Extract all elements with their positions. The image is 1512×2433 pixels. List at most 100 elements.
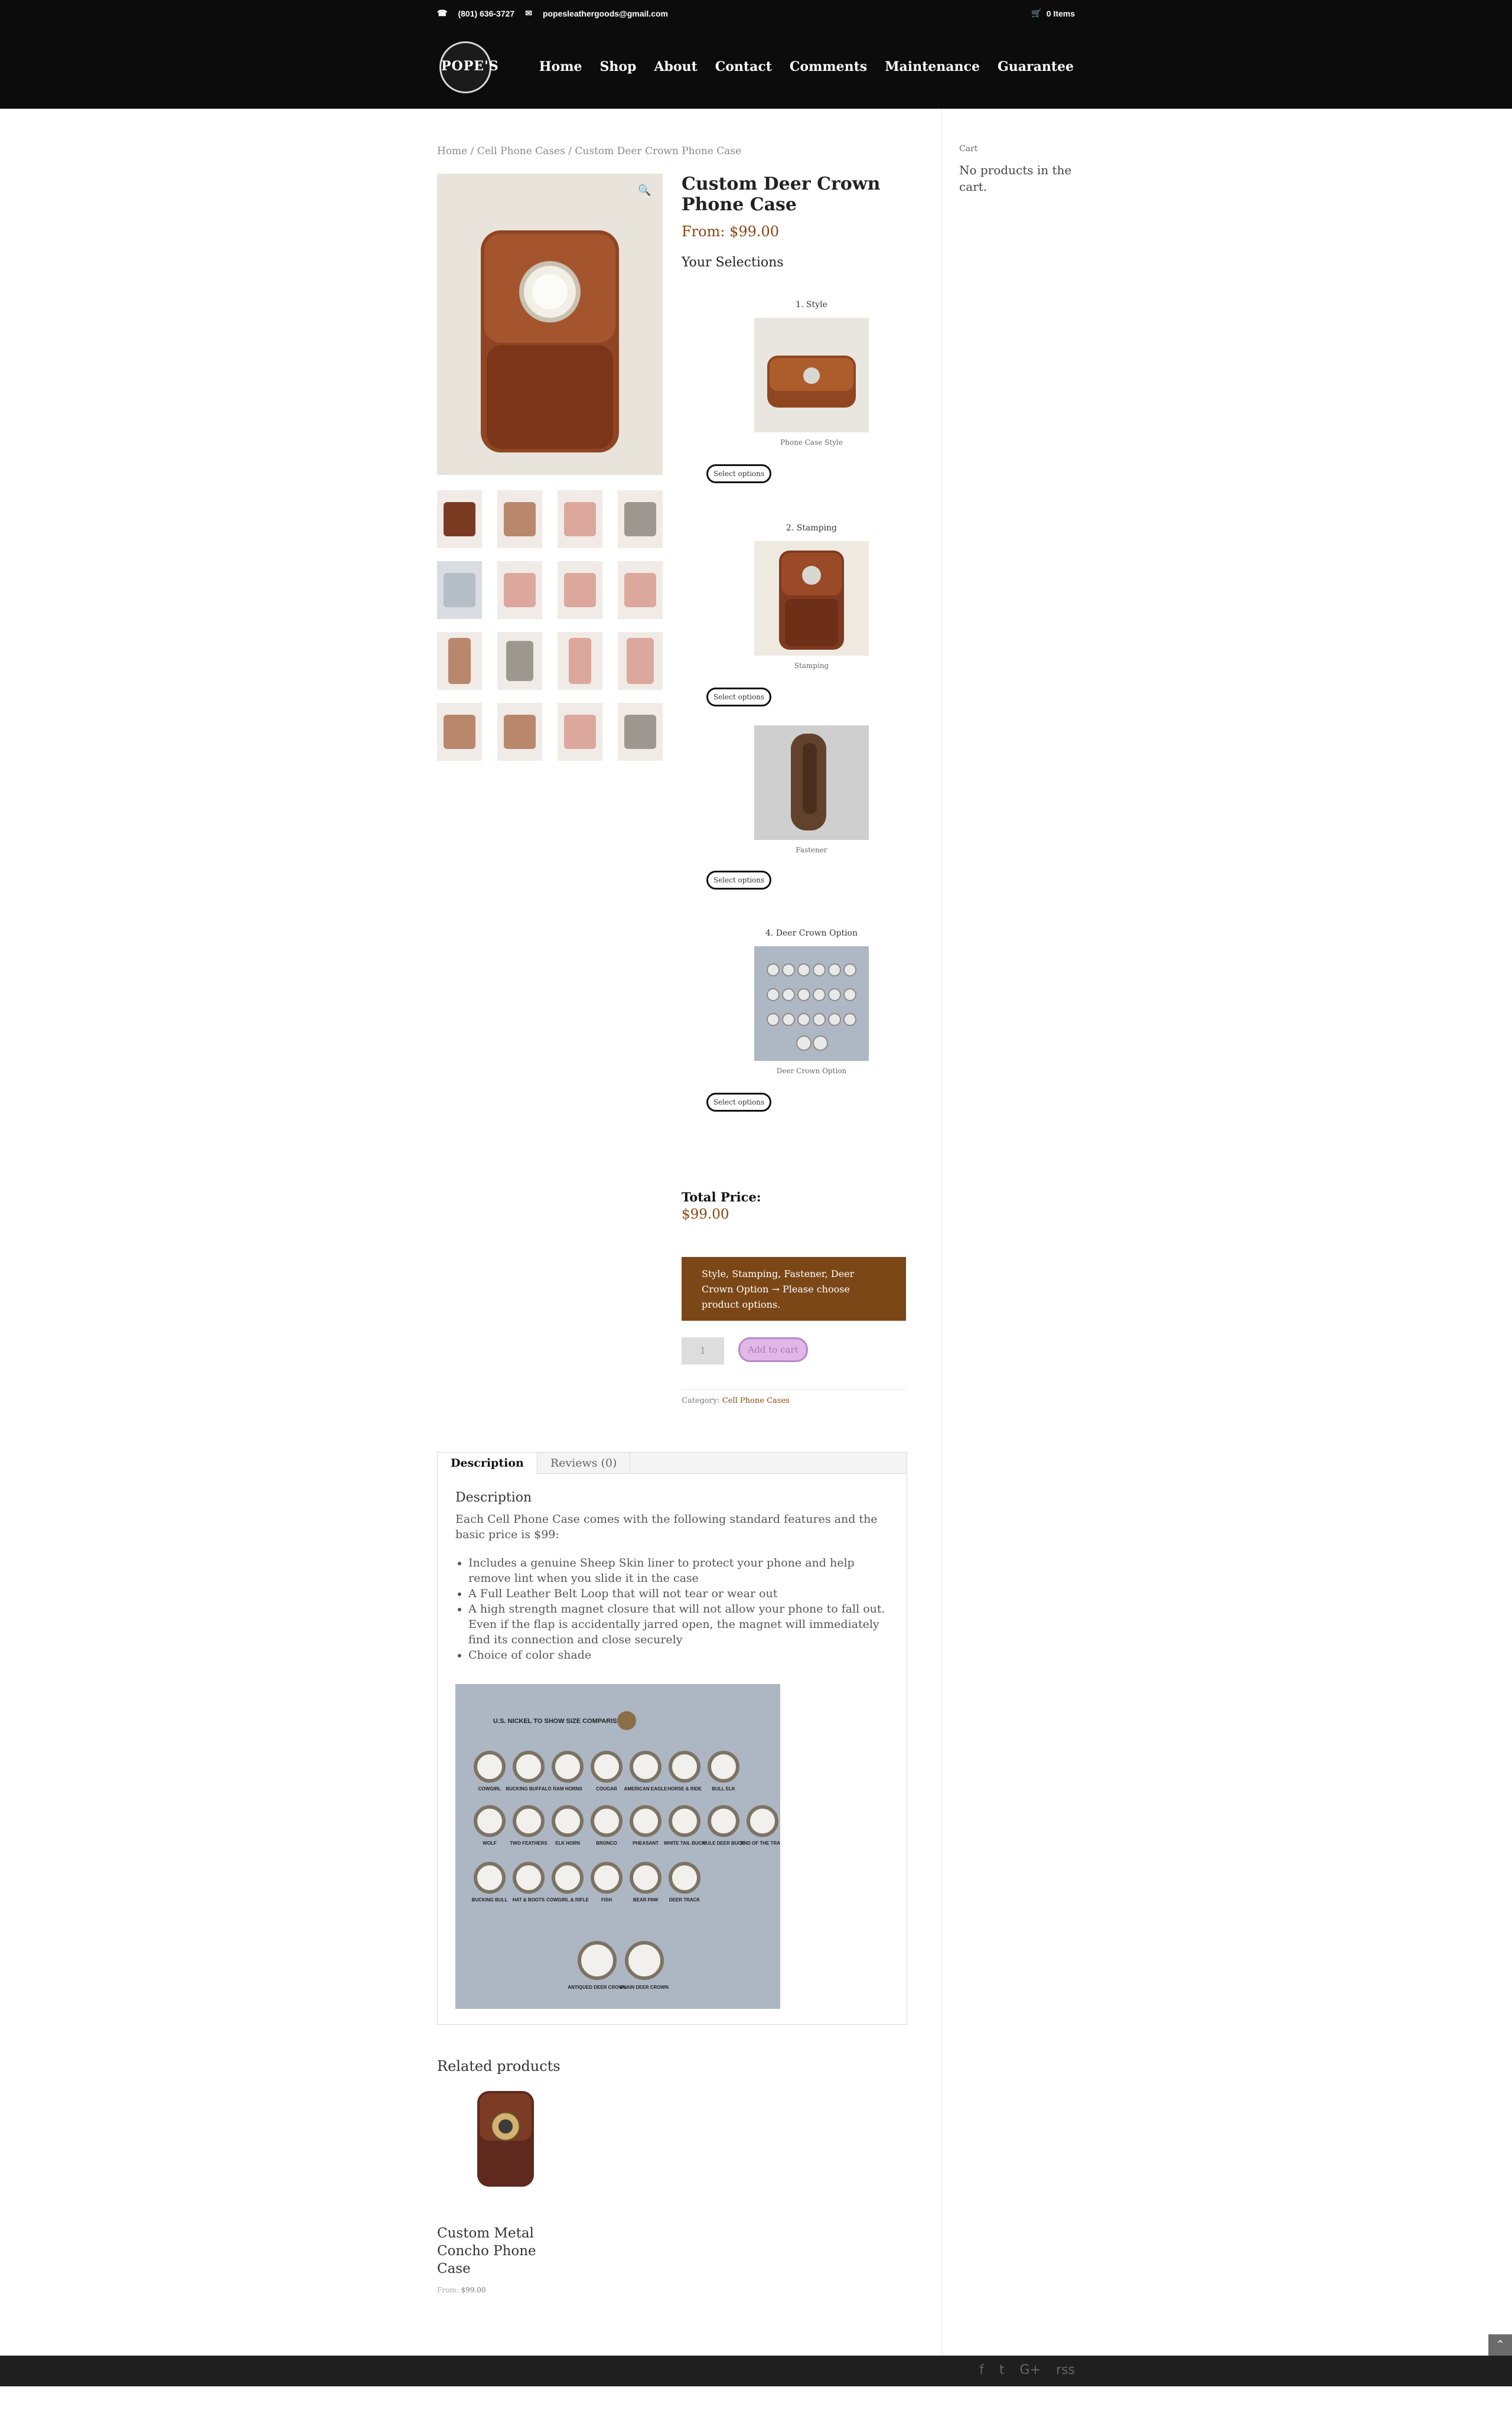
thumbnail[interactable] xyxy=(558,632,602,690)
product-tabs: Description Reviews (0) Description Each… xyxy=(437,1452,907,2025)
crown-medallion xyxy=(474,1805,506,1837)
crown-label: WHITE TAIL BUCK xyxy=(664,1841,706,1846)
nav-guarantee[interactable]: Guarantee xyxy=(998,59,1074,74)
cart-count: 0 Items xyxy=(1046,8,1075,18)
related-product-name[interactable]: Custom Metal Concho Phone Case xyxy=(437,2224,573,2278)
thumbnail-gallery xyxy=(437,490,663,761)
zoom-icon[interactable]: 🔍 xyxy=(638,184,653,200)
quantity-input[interactable]: 1 xyxy=(682,1337,724,1364)
thumbnail[interactable] xyxy=(558,490,602,548)
nav-contact[interactable]: Contact xyxy=(715,59,772,74)
thumbnail[interactable] xyxy=(558,703,602,761)
thumbnail[interactable] xyxy=(437,632,482,690)
step-image[interactable] xyxy=(754,946,869,1061)
select-options-button[interactable]: Select options xyxy=(706,688,771,706)
main-product-image[interactable]: 🔍 xyxy=(437,174,663,475)
crown-label: DEER TRACK xyxy=(669,1897,700,1903)
crown-label: PLAIN DEER CROWN xyxy=(620,1985,669,1990)
cart-widget-title: Cart xyxy=(959,144,978,154)
thumbnail[interactable] xyxy=(558,561,602,619)
site-logo[interactable]: POPE'S xyxy=(439,41,499,93)
thumbnail[interactable] xyxy=(618,632,663,690)
crown-label: COUGAR xyxy=(596,1786,617,1792)
thumbnail[interactable] xyxy=(437,703,482,761)
thumbnail[interactable] xyxy=(497,561,542,619)
phone-icon: ☎ xyxy=(437,8,448,18)
crown-medallion xyxy=(552,1751,584,1783)
nav-comments[interactable]: Comments xyxy=(790,59,867,74)
top-cart-link[interactable]: 🛒 0 Items xyxy=(1031,8,1075,18)
select-options-button[interactable]: Select options xyxy=(706,871,771,890)
category-link[interactable]: Cell Phone Cases xyxy=(722,1396,790,1405)
crown-label: FISH xyxy=(601,1897,612,1903)
deer-crown-options-image: U.S. NICKEL TO SHOW SIZE COMPARISON COWG… xyxy=(455,1684,780,2009)
nav-shop[interactable]: Shop xyxy=(600,59,637,74)
thumbnail[interactable] xyxy=(497,632,542,690)
related-product-image[interactable] xyxy=(437,2087,573,2206)
related-product-card[interactable]: Custom Metal Concho Phone Case From: $99… xyxy=(437,2087,573,2294)
crown-medallion xyxy=(630,1862,662,1894)
crown-label: BRONCO xyxy=(596,1841,617,1846)
tab-description[interactable]: Description xyxy=(438,1452,537,1474)
facebook-icon[interactable]: f xyxy=(979,2363,984,2377)
total-price-value: $99.00 xyxy=(682,1207,729,1222)
add-to-cart-button[interactable]: Add to cart xyxy=(738,1337,808,1362)
breadcrumb-category[interactable]: Cell Phone Cases xyxy=(477,145,565,157)
thumbnail[interactable] xyxy=(497,703,542,761)
related-price-prefix: From: xyxy=(437,2286,459,2294)
nav-home[interactable]: Home xyxy=(539,59,582,74)
select-options-button[interactable]: Select options xyxy=(706,1093,771,1112)
step-image[interactable] xyxy=(754,541,869,656)
total-price: Total Price: $99.00 xyxy=(682,1190,941,1222)
thumbnail[interactable] xyxy=(437,490,482,548)
social-links: f t G+ rss xyxy=(979,2363,1075,2377)
nav-about[interactable]: About xyxy=(654,59,697,74)
feature-list: Includes a genuine Sheep Skin liner to p… xyxy=(455,1555,887,1663)
phone-number[interactable]: (801) 636-3727 xyxy=(458,9,514,18)
cart-widget-empty-text: No products in the cart. xyxy=(959,163,1072,194)
crown-medallion xyxy=(625,1941,664,1980)
cart-icon: 🛒 xyxy=(1031,8,1042,18)
crown-medallion xyxy=(552,1862,584,1894)
thumbnail[interactable] xyxy=(437,561,482,619)
google-plus-icon[interactable]: G+ xyxy=(1020,2363,1041,2377)
selections-title: Your Selections xyxy=(682,255,784,270)
crown-medallion xyxy=(578,1941,617,1980)
breadcrumb-home[interactable]: Home xyxy=(437,145,467,157)
thumbnail[interactable] xyxy=(618,703,663,761)
scroll-to-top-button[interactable]: ⌃ xyxy=(1488,2334,1512,2356)
crown-label: BUCKING BULL xyxy=(472,1897,508,1903)
breadcrumb-separator: / xyxy=(467,145,477,157)
phone-case-photo xyxy=(437,174,663,475)
rss-icon[interactable]: rss xyxy=(1056,2363,1075,2377)
crown-label: COWGIRL xyxy=(478,1786,501,1792)
crown-medallion xyxy=(669,1751,700,1783)
step-title: 1. Style xyxy=(796,300,827,310)
crown-medallion xyxy=(513,1862,545,1894)
site-footer: f t G+ rss xyxy=(0,2356,1512,2386)
logo-text: POPE'S xyxy=(441,58,499,74)
crown-medallion xyxy=(591,1751,623,1783)
contact-info: ☎ (801) 636-3727 ✉ popesleathergoods@gma… xyxy=(437,8,668,18)
crown-label: TWO FEATHERS xyxy=(510,1841,548,1846)
email-address[interactable]: popesleathergoods@gmail.com xyxy=(543,9,668,18)
thumbnail[interactable] xyxy=(497,490,542,548)
selection-step-style: 1. Style Phone Case Style Select options xyxy=(682,300,941,483)
select-options-button[interactable]: Select options xyxy=(706,464,771,483)
crown-medallion xyxy=(474,1751,506,1783)
thumbnail[interactable] xyxy=(618,490,663,548)
thumbnail[interactable] xyxy=(618,561,663,619)
crown-label: WOLF xyxy=(483,1841,497,1846)
nav-maintenance[interactable]: Maintenance xyxy=(885,59,980,74)
step-image[interactable] xyxy=(754,725,869,840)
product-price: From: $99.00 xyxy=(682,223,780,240)
main-header: POPE'S Home Shop About Contact Comments … xyxy=(0,31,1512,109)
step-image[interactable] xyxy=(754,318,869,432)
crown-medallion xyxy=(747,1805,778,1837)
tab-reviews[interactable]: Reviews (0) xyxy=(537,1452,631,1474)
selection-step-deer-crown: 4. Deer Crown Option Deer Crown Option S… xyxy=(682,929,941,1112)
crown-label: ELK HORN xyxy=(555,1841,580,1846)
crown-label: RAM HORNS xyxy=(553,1786,582,1792)
deer-crown-options-figure: U.S. NICKEL TO SHOW SIZE COMPARISON COWG… xyxy=(455,1684,780,2009)
twitter-icon[interactable]: t xyxy=(999,2363,1005,2377)
